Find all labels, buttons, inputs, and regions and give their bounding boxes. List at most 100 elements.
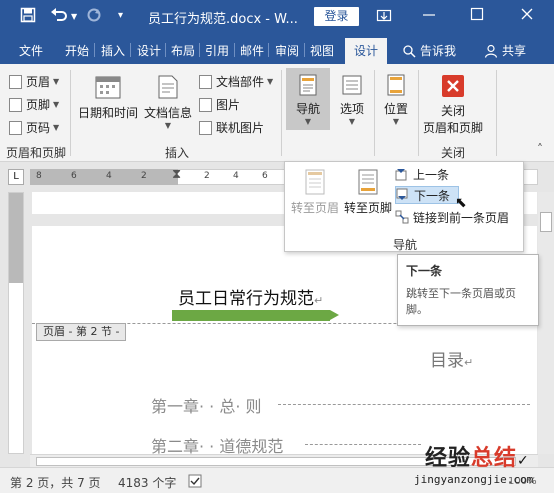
vertical-ruler[interactable]: [8, 192, 24, 454]
options-icon: [342, 75, 362, 95]
document-parts-icon: [199, 74, 212, 89]
customize-quick-access-icon[interactable]: ▾: [118, 10, 123, 21]
paragraph-mark-icon: ↵: [464, 356, 474, 369]
date-time-button[interactable]: 日期和时间: [76, 74, 140, 121]
group-label-close: 关闭: [441, 146, 466, 160]
previous-button[interactable]: 上一条: [395, 165, 449, 183]
previous-icon: [395, 169, 407, 181]
footer-label: 页脚: [26, 98, 51, 112]
goto-footer-icon: [358, 169, 378, 195]
toc-entry[interactable]: 第一章· · 总· 则: [151, 393, 262, 417]
redo-icon[interactable]: [86, 7, 102, 27]
tab-design[interactable]: 设计: [137, 42, 161, 59]
undo-dropdown-icon[interactable]: ▼: [71, 12, 77, 21]
proofing-icon[interactable]: [188, 474, 202, 491]
tab-header-footer-design[interactable]: 设计: [345, 38, 388, 64]
navigation-icon: [299, 74, 317, 96]
link-previous-label: 链接到前一条页眉: [413, 210, 510, 225]
position-button[interactable]: 位置 ▼: [378, 74, 414, 126]
page-number-icon: [9, 120, 22, 135]
restore-icon[interactable]: [376, 7, 392, 27]
options-label: 选项: [339, 102, 364, 116]
link-icon: [395, 210, 409, 224]
link-previous-button[interactable]: 链接到前一条页眉: [395, 208, 509, 226]
tab-insert[interactable]: 插入: [101, 42, 125, 59]
checkmark-icon: ✓: [517, 453, 530, 469]
goto-header-button[interactable]: 转至页眉: [287, 169, 343, 216]
word-count[interactable]: 4183 个字: [118, 474, 176, 491]
tab-layout[interactable]: 布局: [171, 42, 195, 59]
minimize-icon[interactable]: [422, 7, 436, 25]
toc-leader: [305, 444, 421, 445]
vertical-scrollbar[interactable]: [538, 192, 554, 454]
decorative-bar: [172, 310, 330, 321]
ruler-number: 6: [71, 171, 77, 181]
ruler-number: 4: [106, 171, 112, 181]
toc-leader: [278, 404, 530, 405]
scroll-thumb[interactable]: [540, 212, 552, 232]
document-title[interactable]: 员工日常行为规范↵: [178, 284, 323, 309]
document-title-text: 员工日常行为规范: [178, 289, 314, 309]
watermark-logo: 经验总结✓: [425, 446, 530, 471]
online-picture-button[interactable]: 联机图片: [199, 119, 264, 136]
close-icon[interactable]: [520, 7, 534, 25]
next-icon: [396, 188, 408, 200]
lightbulb-icon: [403, 44, 416, 58]
tab-references[interactable]: 引用: [205, 42, 229, 59]
goto-footer-button[interactable]: 转至页脚: [341, 169, 395, 216]
close-x-icon: [442, 75, 464, 97]
ruler-number: 6: [262, 171, 268, 181]
undo-icon[interactable]: [50, 7, 68, 27]
next-button[interactable]: 下一条: [395, 186, 459, 204]
goto-footer-label: 转至页脚: [343, 201, 392, 215]
footer-icon: [9, 97, 22, 112]
header-label: 页眉: [26, 75, 51, 89]
group-label-header-footer: 页眉和页脚: [6, 146, 67, 160]
page-number-button[interactable]: 页码 ▼: [9, 119, 59, 136]
share-label: 共享: [502, 44, 527, 58]
indent-marker-icon[interactable]: ⧗: [172, 167, 181, 182]
chevron-down-icon: ▼: [53, 77, 60, 86]
ribbon: 页眉 ▼ 页脚 ▼ 页码 ▼ 页眉和页脚 日期和时间 文档信息 ▼ 文档部件 ▼…: [0, 64, 554, 162]
paragraph-mark-icon: ↵: [314, 294, 324, 307]
picture-label: 图片: [216, 98, 241, 112]
title-bar: ▼ ▾ 员工行为规范.docx - W... 登录: [0, 0, 554, 34]
header-button[interactable]: 页眉 ▼: [9, 73, 59, 90]
share-button[interactable]: 共享: [484, 42, 526, 59]
date-time-label: 日期和时间: [77, 106, 138, 120]
save-icon[interactable]: [20, 7, 36, 27]
toc-heading[interactable]: 目录↵: [430, 346, 473, 371]
picture-icon: [199, 97, 212, 112]
watermark-url: jingyanzongjie.com: [414, 473, 534, 486]
close-header-footer-button[interactable]: 关闭 页眉和页脚: [420, 74, 486, 136]
options-button[interactable]: 选项 ▼: [334, 74, 370, 126]
footer-button[interactable]: 页脚 ▼: [9, 96, 59, 113]
tab-review[interactable]: 审阅: [275, 42, 299, 59]
navigation-button[interactable]: 导航 ▼: [286, 68, 330, 130]
tab-view[interactable]: 视图: [310, 42, 334, 59]
tooltip: 下一条 跳转至下一条页眉或页脚。: [397, 254, 539, 326]
maximize-icon[interactable]: [470, 7, 484, 25]
tab-stop-selector[interactable]: L: [8, 169, 24, 185]
header-section-tag: 页眉 - 第 2 节 -: [36, 323, 127, 341]
header-icon: [9, 74, 22, 89]
position-label: 位置: [383, 102, 408, 116]
collapse-ribbon-icon[interactable]: ˄: [537, 142, 543, 156]
tab-home[interactable]: 开始: [65, 42, 89, 59]
close-label-line1: 关闭: [440, 104, 465, 118]
group-label-navigation: 导航: [393, 238, 418, 252]
doc-parts-button[interactable]: 文档部件 ▼: [199, 73, 273, 90]
page-number-label: 页码: [26, 121, 51, 135]
ruler-number: 2: [141, 171, 147, 181]
doc-info-button[interactable]: 文档信息 ▼: [141, 74, 195, 130]
tooltip-body: 跳转至下一条页眉或页脚。: [406, 287, 516, 316]
online-picture-label: 联机图片: [216, 121, 265, 135]
tab-mailings[interactable]: 邮件: [240, 42, 264, 59]
page-count[interactable]: 第 2 页，共 7 页: [10, 474, 101, 491]
chevron-down-icon: ▼: [53, 123, 60, 132]
tell-me-button[interactable]: 告诉我: [402, 42, 456, 59]
next-label: 下一条: [414, 188, 451, 203]
login-button[interactable]: 登录: [314, 7, 359, 26]
tab-file[interactable]: 文件: [19, 42, 43, 59]
picture-button[interactable]: 图片: [199, 96, 240, 113]
